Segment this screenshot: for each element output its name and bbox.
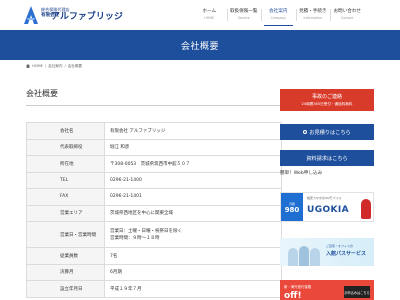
row-value: 0296-21-1400 (104, 171, 282, 189)
nav-label: ホーム (202, 9, 217, 14)
table-row: 代表取締役 堀江 和彦 (26, 138, 282, 156)
company-info-table: 会社名 有限会社 アルファブリッジ 代表取締役 堀江 和彦 所在地 〒308-0… (26, 122, 282, 298)
nav-sublabel: Company (270, 16, 286, 20)
accident-contact-button[interactable]: 事故のご連絡 24時間365日受付・通話料無料 (280, 89, 374, 111)
breadcrumb-home-link[interactable]: HOME (32, 64, 43, 68)
table-row: 決算月 6月期 (26, 263, 282, 281)
table-row: 会社名 有限会社 アルファブリッジ (26, 122, 282, 140)
page-title: 会社概要 (180, 41, 219, 52)
nav-item-contact[interactable]: お問い合わせ Contact (330, 0, 365, 28)
table-row: 従業員数 7名 (26, 247, 282, 265)
table-row: TEL 0296-21-1400 (26, 171, 282, 189)
nav-sublabel: HOME (204, 16, 215, 20)
business-days-line: 営業日：土曜・日曜・祝祭日を除く (110, 228, 182, 234)
row-value: 6月期 (104, 263, 282, 281)
nav-item-home[interactable]: ホーム HOME (192, 0, 227, 28)
document-request-label: 資料請求はこちら (306, 155, 348, 162)
section-heading: 会社概要 (26, 88, 282, 106)
price-value: 980 (284, 206, 300, 214)
breadcrumb: HOME / 会社案内 / 会社概要 (26, 62, 84, 70)
banner-ad-uq-mobile[interactable]: 月額 980 格安スマホのUQモバイル UGOKIA (280, 192, 374, 222)
ad-headline: 新・海外旅行保険 (284, 285, 312, 289)
nav-sublabel: Service (237, 16, 250, 20)
nav-sublabel: Contact (341, 16, 354, 20)
row-label: 会社名 (26, 122, 105, 140)
table-row: 営業日・営業時間 営業日：土曜・日曜・祝祭日を除く 営業時間：９時～１８時 (26, 221, 282, 248)
ad-title: 入館パスサービス (326, 251, 367, 257)
row-value: 堀江 和彦 (104, 138, 282, 156)
row-label: 決算月 (26, 263, 105, 281)
contact-subtitle: 24時間365日受付・通話料無料 (301, 102, 353, 106)
row-label: FAX (26, 188, 105, 206)
document-request-button[interactable]: 資料請求はこちら (280, 150, 374, 166)
nav-label: 見積・手続き (298, 9, 327, 14)
ad-headline: 格安スマホのUQモバイル (307, 196, 342, 200)
row-label: 営業日・営業時間 (26, 221, 105, 248)
price-tag: 月額 980 (281, 193, 303, 221)
people-illustration-icon (286, 242, 322, 266)
ad-discount: off! (284, 291, 302, 300)
logo-company-name: アルファブリッジ (51, 12, 123, 22)
ad-apply-button[interactable]: お申込みはこちら (344, 286, 370, 298)
circle-icon (303, 130, 308, 134)
nav-label: 会社案内 (269, 9, 288, 14)
table-row: 設立年月日 平成１９年７月 (26, 280, 282, 298)
row-value: 有限会社 アルファブリッジ (104, 122, 282, 140)
row-value: 〒308-0053 茨城県筑西市中館５０７ (104, 155, 282, 173)
main-content: 会社概要 会社名 有限会社 アルファブリッジ 代表取締役 堀江 和彦 所在地 〒… (26, 88, 282, 298)
row-value: 茨城県西地区を中心に関東全域 (104, 204, 282, 222)
row-value: 0296-21-1401 (104, 188, 282, 206)
banner-ad-travel-insurance[interactable]: 新・海外旅行保険 off! お申込みはこちら (280, 280, 374, 300)
nav-sublabel: Information (303, 16, 322, 20)
estimate-label: お見積りはこちら (309, 129, 351, 136)
nav-label: お問い合わせ (333, 9, 362, 14)
banner-ad-pass-service[interactable]: ご自宅・オフィスの 入館パスサービス (280, 238, 374, 266)
row-value: 営業日：土曜・日曜・祝祭日を除く 営業時間：９時～１８時 (104, 221, 282, 248)
row-value: 平成１９年７月 (104, 280, 282, 298)
sidebar: 事故のご連絡 24時間365日受付・通話料無料 お見積りはこちら 資料請求はこち… (280, 89, 374, 300)
logo-mark-icon (24, 6, 38, 24)
main-nav: ホーム HOME 取扱保険一覧 Service 会社案内 Company 見積・… (192, 0, 365, 28)
table-row: FAX 0296-21-1401 (26, 188, 282, 206)
nav-label: 取扱保険一覧 (229, 9, 258, 14)
ad-kicker: ご自宅・オフィスの (326, 244, 353, 248)
row-label: 設立年月日 (26, 280, 105, 298)
row-label: 営業エリア (26, 204, 105, 222)
logo-prefix: 有限会社 (41, 13, 59, 19)
nav-item-service[interactable]: 取扱保険一覧 Service (226, 0, 262, 28)
row-label: 従業員数 (26, 247, 105, 265)
row-label: TEL (26, 171, 105, 189)
breadcrumb-separator: / (44, 64, 47, 68)
estimate-button[interactable]: お見積りはこちら (280, 124, 374, 140)
nav-item-company[interactable]: 会社案内 Company (261, 0, 296, 28)
breadcrumb-company-link[interactable]: 会社案内 (48, 64, 62, 69)
site-header: 総合保険代理店 有限会社アルファブリッジ ホーム HOME 取扱保険一覧 Ser… (0, 0, 400, 30)
table-row: 所在地 〒308-0053 茨城県筑西市中館５０７ (26, 155, 282, 173)
home-icon (26, 64, 30, 68)
table-row: 営業エリア 茨城県西地区を中心に関東全域 (26, 204, 282, 222)
site-logo[interactable]: 総合保険代理店 有限会社アルファブリッジ (24, 4, 123, 26)
business-hours-line: 営業時間：９時～１８時 (110, 235, 160, 241)
row-label: 所在地 (26, 155, 105, 173)
ad-brand: UGOKIA (307, 205, 350, 215)
page-banner: 会社概要 (0, 30, 400, 60)
nav-item-information[interactable]: 見積・手続き Information (295, 0, 331, 28)
row-label: 代表取締役 (26, 138, 105, 156)
mascot-icon (361, 199, 371, 219)
contact-title: 事故のご連絡 (311, 94, 342, 100)
breadcrumb-separator: / (64, 64, 66, 68)
web-apply-heading: 簡単！Web申し込み (280, 171, 323, 176)
row-value: 7名 (104, 247, 282, 265)
breadcrumb-current: 会社概要 (67, 63, 83, 68)
